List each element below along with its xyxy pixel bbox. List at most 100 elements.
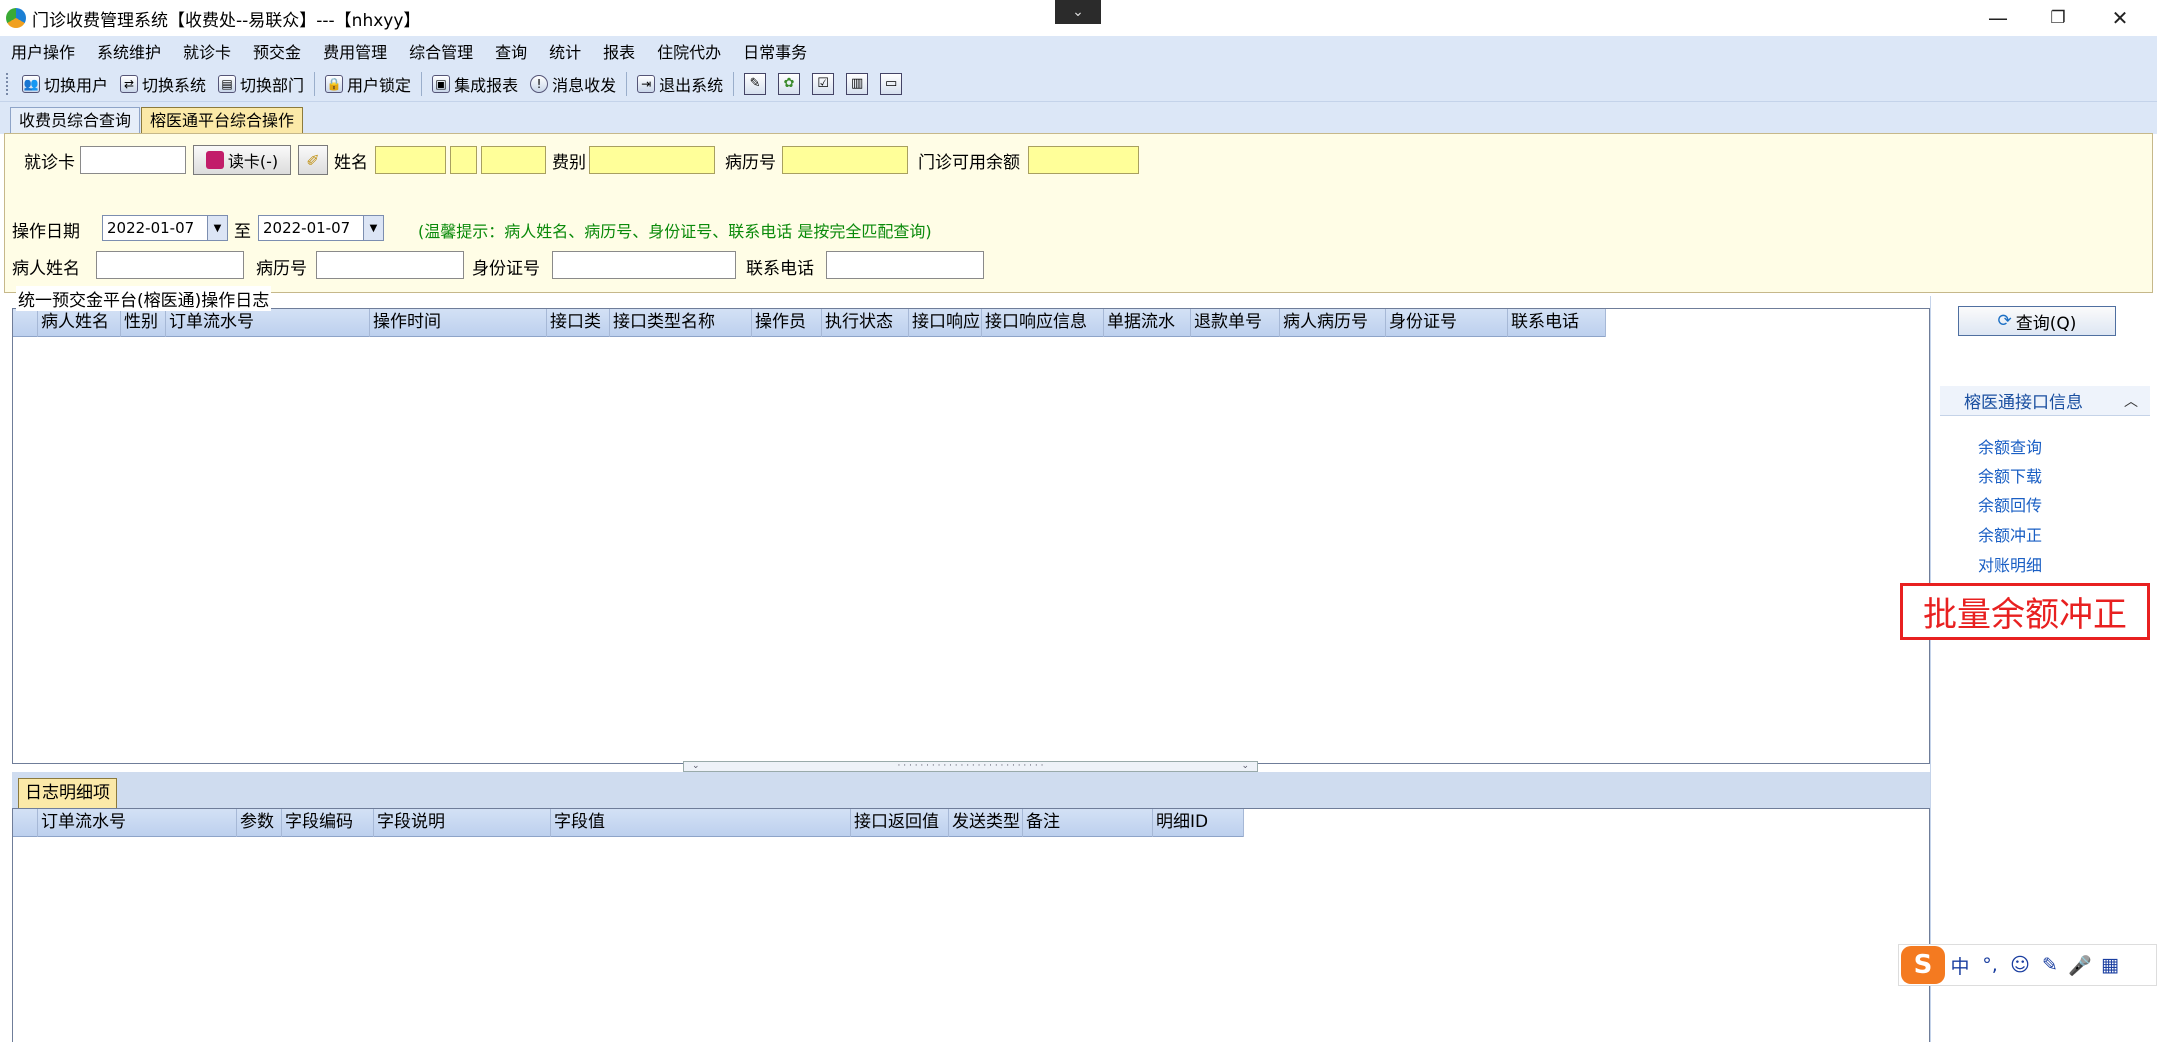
switch-system-button[interactable]: ⇄ 切换系统 — [114, 69, 212, 99]
name-input[interactable] — [375, 146, 446, 174]
collapse-toggle-icon[interactable]: ⌄ — [1055, 0, 1101, 24]
close-button[interactable]: ✕ — [2092, 0, 2148, 36]
log-col-response[interactable]: 接口响应 — [909, 309, 982, 337]
record-no-input[interactable] — [782, 146, 908, 174]
detail-col-return-value[interactable]: 接口返回值 — [851, 809, 949, 837]
link-reconciliation-detail[interactable]: 对账明细 — [1978, 552, 2042, 576]
log-col-exec-status[interactable]: 执行状态 — [822, 309, 909, 337]
toolbar-grip[interactable] — [6, 72, 10, 95]
window-icon[interactable]: ▭ — [880, 72, 903, 95]
tab-log-detail[interactable]: 日志明细项 — [18, 778, 117, 808]
link-balance-upload[interactable]: 余额回传 — [1978, 492, 2042, 516]
punctuation-icon[interactable]: °, — [1975, 954, 2005, 976]
log-col-interface-type-name[interactable]: 接口类型名称 — [610, 309, 752, 337]
exit-system-button[interactable]: ⇥ 退出系统 — [631, 69, 729, 99]
detail-col-order-no[interactable]: 订单流水号 — [38, 809, 237, 837]
menu-reports[interactable]: 报表 — [592, 39, 646, 63]
record-no-input-2[interactable] — [316, 251, 464, 279]
log-col-patient-name[interactable]: 病人姓名 — [38, 309, 121, 337]
menu-fee-management[interactable]: 费用管理 — [312, 39, 398, 63]
date-from-picker[interactable]: 2022-01-07 ▼ — [102, 215, 228, 241]
link-balance-query[interactable]: 余额查询 — [1978, 434, 2042, 458]
log-col-bill-no[interactable]: 单据流水 — [1104, 309, 1191, 337]
card-reader-icon — [205, 151, 224, 169]
integrated-report-button[interactable]: ▣ 集成报表 — [426, 69, 524, 99]
log-col-gender[interactable]: 性别 — [121, 309, 166, 337]
switch-user-label: 切换用户 — [44, 75, 109, 95]
log-col-response-info[interactable]: 接口响应信息 — [982, 309, 1104, 337]
microphone-icon[interactable]: 🎤 — [2065, 954, 2095, 977]
sogou-logo-icon[interactable]: S — [1901, 946, 1945, 984]
menu-statistics[interactable]: 统计 — [538, 39, 592, 63]
log-col-interface-type[interactable]: 接口类 — [547, 309, 610, 337]
detail-col-field-code[interactable]: 字段编码 — [282, 809, 374, 837]
log-grid-header: 病人姓名 性别 订单流水号 操作时间 接口类 接口类型名称 操作员 执行状态 接… — [13, 309, 1606, 337]
handwriting-icon[interactable]: ✎ — [2035, 954, 2065, 976]
splitter-handle[interactable]: ⌄ · · · · · · · · · · · · · · · · · · · … — [683, 761, 1258, 772]
clear-button[interactable]: ✐ — [298, 145, 328, 175]
log-col-operator[interactable]: 操作员 — [752, 309, 822, 337]
chevron-down-icon[interactable]: ▼ — [207, 216, 227, 240]
log-grid[interactable]: 病人姓名 性别 订单流水号 操作时间 接口类 接口类型名称 操作员 执行状态 接… — [12, 308, 1930, 764]
menu-system-maintenance[interactable]: 系统维护 — [86, 39, 172, 63]
lock-user-button[interactable]: 🔒 用户锁定 — [319, 69, 417, 99]
detail-grid[interactable]: 订单流水号 参数 字段编码 字段说明 字段值 接口返回值 发送类型 备注 明细I… — [12, 808, 1930, 1042]
detail-col-remark[interactable]: 备注 — [1023, 809, 1153, 837]
edit-icon[interactable]: ✎ — [744, 72, 767, 95]
chevron-up-icon[interactable]: ︿ — [2124, 391, 2138, 411]
id-no-input[interactable] — [552, 251, 736, 279]
ime-chinese-mode[interactable]: 中 — [1945, 952, 1975, 979]
log-col-order-no[interactable]: 订单流水号 — [166, 309, 370, 337]
detail-col-param[interactable]: 参数 — [237, 809, 282, 837]
link-balance-download[interactable]: 余额下载 — [1978, 463, 2042, 487]
patient-name-input[interactable] — [96, 251, 244, 279]
chevron-down-icon[interactable]: ▼ — [363, 216, 383, 240]
card-input[interactable] — [80, 146, 186, 174]
emoji-icon[interactable]: ☺ — [2005, 954, 2035, 976]
op-date-label: 操作日期 — [12, 222, 80, 242]
name-label: 姓名 — [334, 153, 368, 173]
tab-cashier-query[interactable]: 收费员综合查询 — [10, 107, 141, 134]
gender-input[interactable] — [450, 146, 477, 174]
menu-query[interactable]: 查询 — [484, 39, 538, 63]
menu-card[interactable]: 就诊卡 — [172, 39, 242, 63]
balance-input[interactable] — [1028, 146, 1139, 174]
menu-prepayment[interactable]: 预交金 — [242, 39, 312, 63]
to-label: 至 — [234, 222, 251, 242]
system-switch-icon: ⇄ — [120, 74, 139, 93]
log-col-id-no[interactable]: 身份证号 — [1386, 309, 1508, 337]
menu-user-ops[interactable]: 用户操作 — [0, 39, 86, 63]
toolbar-separator — [626, 71, 628, 96]
log-col-refund-no[interactable]: 退款单号 — [1191, 309, 1280, 337]
link-balance-reversal[interactable]: 余额冲正 — [1978, 522, 2042, 546]
tab-rongyitong-operations[interactable]: 榕医通平台综合操作 — [141, 107, 304, 134]
phone-input[interactable] — [826, 251, 984, 279]
detail-col-field-value[interactable]: 字段值 — [551, 809, 851, 837]
log-col-phone[interactable]: 联系电话 — [1508, 309, 1606, 337]
window-title: 门诊收费管理系统【收费处--易联众】---【nhxyy】 — [32, 10, 421, 31]
date-from-value: 2022-01-07 — [107, 219, 195, 237]
age-input[interactable] — [481, 146, 546, 174]
book-icon[interactable]: ▥ — [846, 72, 869, 95]
checkbox-icon[interactable]: ☑ — [812, 72, 835, 95]
query-button[interactable]: ⟳ 查询(Q) — [1958, 306, 2116, 336]
detail-col-field-desc[interactable]: 字段说明 — [374, 809, 551, 837]
switch-user-button[interactable]: 👥 切换用户 — [16, 69, 114, 99]
menu-inpatient-agent[interactable]: 住院代办 — [646, 39, 732, 63]
interface-section-header[interactable]: 榕医通接口信息 ︿ — [1940, 386, 2150, 416]
message-button[interactable]: ! 消息收发 — [524, 69, 622, 99]
log-col-op-time[interactable]: 操作时间 — [370, 309, 547, 337]
fee-type-input[interactable] — [589, 146, 715, 174]
menu-daily-affairs[interactable]: 日常事务 — [732, 39, 818, 63]
switch-dept-button[interactable]: ▤ 切换部门 — [212, 69, 310, 99]
detail-col-detail-id[interactable]: 明细ID — [1153, 809, 1244, 837]
read-card-button[interactable]: 读卡(-) — [193, 145, 291, 175]
log-col-patient-record-no[interactable]: 病人病历号 — [1280, 309, 1386, 337]
detail-col-send-type[interactable]: 发送类型 — [949, 809, 1023, 837]
menu-general-management[interactable]: 综合管理 — [398, 39, 484, 63]
minimize-button[interactable]: — — [1970, 0, 2026, 36]
toolbox-icon[interactable]: ▦ — [2095, 954, 2125, 976]
medal-icon[interactable]: ✿ — [778, 72, 801, 95]
restore-button[interactable]: ❐ — [2030, 0, 2086, 36]
date-to-picker[interactable]: 2022-01-07 ▼ — [258, 215, 384, 241]
